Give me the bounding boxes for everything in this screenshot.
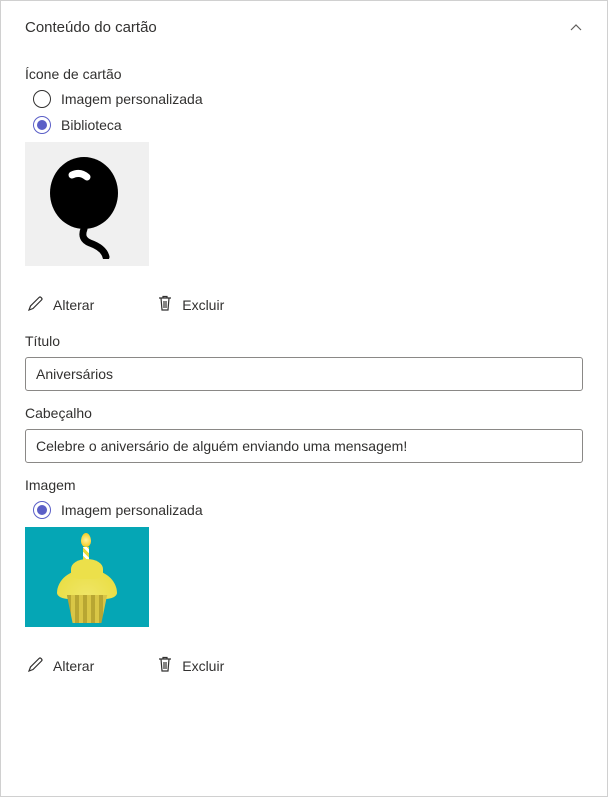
delete-image-button[interactable]: Excluir [154, 651, 226, 680]
icon-section-label: Ícone de cartão [25, 66, 583, 82]
radio-label: Imagem personalizada [61, 502, 203, 518]
delete-icon-button[interactable]: Excluir [154, 290, 226, 319]
chevron-up-icon[interactable] [569, 21, 583, 35]
radio-label: Imagem personalizada [61, 91, 203, 107]
panel-title: Conteúdo do cartão [25, 19, 157, 36]
change-image-button[interactable]: Alterar [25, 651, 96, 680]
pencil-icon [27, 655, 45, 676]
button-label: Alterar [53, 297, 94, 313]
radio-label: Biblioteca [61, 117, 122, 133]
panel-header: Conteúdo do cartão [1, 1, 607, 44]
trash-icon [156, 294, 174, 315]
balloon-icon [32, 149, 142, 259]
header-input[interactable] [25, 429, 583, 463]
icon-actions: Alterar Excluir [25, 290, 583, 319]
button-label: Excluir [182, 658, 224, 674]
header-field-label: Cabeçalho [25, 405, 583, 421]
image-actions: Alterar Excluir [25, 651, 583, 680]
title-field-label: Título [25, 333, 583, 349]
button-label: Excluir [182, 297, 224, 313]
title-input[interactable] [25, 357, 583, 391]
radio-icon-custom[interactable]: Imagem personalizada [33, 90, 583, 108]
radio-icon-library[interactable]: Biblioteca [33, 116, 583, 134]
image-section-label: Imagem [25, 477, 583, 493]
change-icon-button[interactable]: Alterar [25, 290, 96, 319]
button-label: Alterar [53, 658, 94, 674]
radio-selected-icon [33, 501, 51, 519]
card-content-panel: Conteúdo do cartão Ícone de cartão Image… [0, 0, 608, 797]
image-preview [25, 527, 149, 627]
pencil-icon [27, 294, 45, 315]
radio-image-custom[interactable]: Imagem personalizada [33, 501, 583, 519]
radio-unselected-icon [33, 90, 51, 108]
radio-selected-icon [33, 116, 51, 134]
icon-preview [25, 142, 149, 266]
panel-body: Ícone de cartão Imagem personalizada Bib… [1, 44, 607, 708]
trash-icon [156, 655, 174, 676]
